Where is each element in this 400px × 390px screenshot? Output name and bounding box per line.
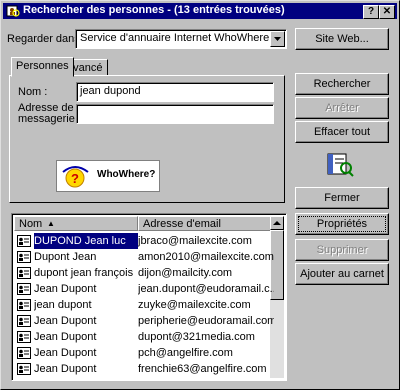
proprietes-button[interactable]: Propriétés [295,213,389,235]
effacer-tout-button[interactable]: Effacer tout [295,121,389,143]
table-row[interactable]: Jean Dupont pch@angelfire.com [14,345,280,361]
supprimer-button[interactable]: Supprimer [295,239,389,261]
row-email: frenchie63@angelfire.com [138,363,267,375]
row-name: dupont jean françois [34,267,134,279]
find-people-icon [6,5,20,17]
table-row[interactable]: dupont jean françois dijon@mailcity.com [14,265,280,281]
row-email: jbraco@mailexcite.com [138,235,252,247]
search-panel: Nom : jean dupond Adresse de messagerie … [9,75,285,203]
contact-card-icon [17,315,31,327]
row-email: jean.dupont@eudoramail.c... [138,283,274,295]
table-row[interactable]: Jean Dupont jean.dupont@eudoramail.c... [14,281,280,297]
column-header-email-label: Adresse d'email [143,218,221,230]
contact-card-icon [17,251,31,263]
row-email: dupont@321media.com [138,331,255,343]
window-title: Rechercher des personnes - (13 entrées t… [23,4,285,16]
row-email: zuyke@mailexcite.com [138,299,251,311]
row-email: peripherie@eudoramail.com [138,315,274,327]
chevron-down-icon [274,37,281,41]
results-list[interactable]: Nom ▲ Adresse d'email DUPOND Jean luc jbr… [11,213,287,381]
table-row[interactable]: DUPOND Jean luc jbraco@mailexcite.com [14,233,280,249]
column-header-nom-label: Nom [19,218,43,230]
title-bar[interactable]: Rechercher des personnes - (13 entrées t… [3,3,397,19]
contact-card-icon [17,363,31,375]
address-book-icon [327,153,354,177]
arreter-button[interactable]: Arrêter [295,97,389,119]
contact-card-icon [17,235,31,247]
contact-card-icon [17,347,31,359]
chevron-up-icon [273,221,281,225]
row-email: pch@angelfire.com [138,347,233,359]
svg-text:?: ? [71,171,79,186]
rechercher-button[interactable]: Rechercher [295,73,389,95]
find-people-window: Rechercher des personnes - (13 entrées t… [0,0,400,390]
contact-card-icon [17,283,31,295]
whowhere-logo: ? WhoWhere? [56,160,160,192]
table-row[interactable]: Jean Dupont peripherie@eudoramail.com [14,313,280,329]
table-row[interactable]: Jean Dupont dupont@321media.com [14,329,280,345]
contact-card-icon [17,331,31,343]
look-in-dropdown[interactable]: Service d'annuaire Internet WhoWhere [75,29,287,49]
site-web-button[interactable]: Site Web... [295,28,389,50]
scroll-up-button[interactable] [270,216,284,230]
table-row[interactable]: Dupont Jean amon2010@mailexcite.com [14,249,280,265]
name-field-value: jean dupond [80,85,141,97]
close-button[interactable]: ✕ [379,5,395,19]
row-name: Jean Dupont [34,363,97,375]
tab-personnes[interactable]: Personnes [11,57,74,77]
row-name: jean dupont [34,299,92,311]
column-header-email[interactable]: Adresse d'email [138,216,274,231]
row-email: amon2010@mailexcite.com [138,251,274,263]
table-row[interactable]: Jean Dupont frenchie63@angelfire.com [14,361,280,377]
contact-card-icon [17,267,31,279]
help-button[interactable]: ? [363,5,379,19]
email-field[interactable] [76,104,274,124]
name-field[interactable]: jean dupond [76,82,274,102]
whowhere-logo-text: WhoWhere? [97,169,156,180]
row-name: Dupont Jean [34,251,97,263]
column-header-nom[interactable]: Nom ▲ [14,216,138,231]
row-name: Jean Dupont [34,347,97,359]
row-name: DUPOND Jean luc [34,233,138,249]
email-label-line2: messagerie : [18,113,81,125]
fermer-button[interactable]: Fermer [295,187,389,209]
ajouter-au-carnet-button[interactable]: Ajouter au carnet [295,263,389,285]
table-row[interactable]: jean dupont zuyke@mailexcite.com [14,297,280,313]
dropdown-arrow-button[interactable] [270,31,285,47]
whowhere-logo-icon: ? [62,166,89,188]
look-in-value: Service d'annuaire Internet WhoWhere [80,32,270,44]
row-email: dijon@mailcity.com [138,267,233,279]
sort-ascending-icon: ▲ [47,219,55,228]
contact-card-icon [17,299,31,311]
name-label: Nom : [18,86,48,98]
row-name: Jean Dupont [34,283,97,295]
row-name: Jean Dupont [34,331,97,343]
row-name: Jean Dupont [34,315,97,327]
